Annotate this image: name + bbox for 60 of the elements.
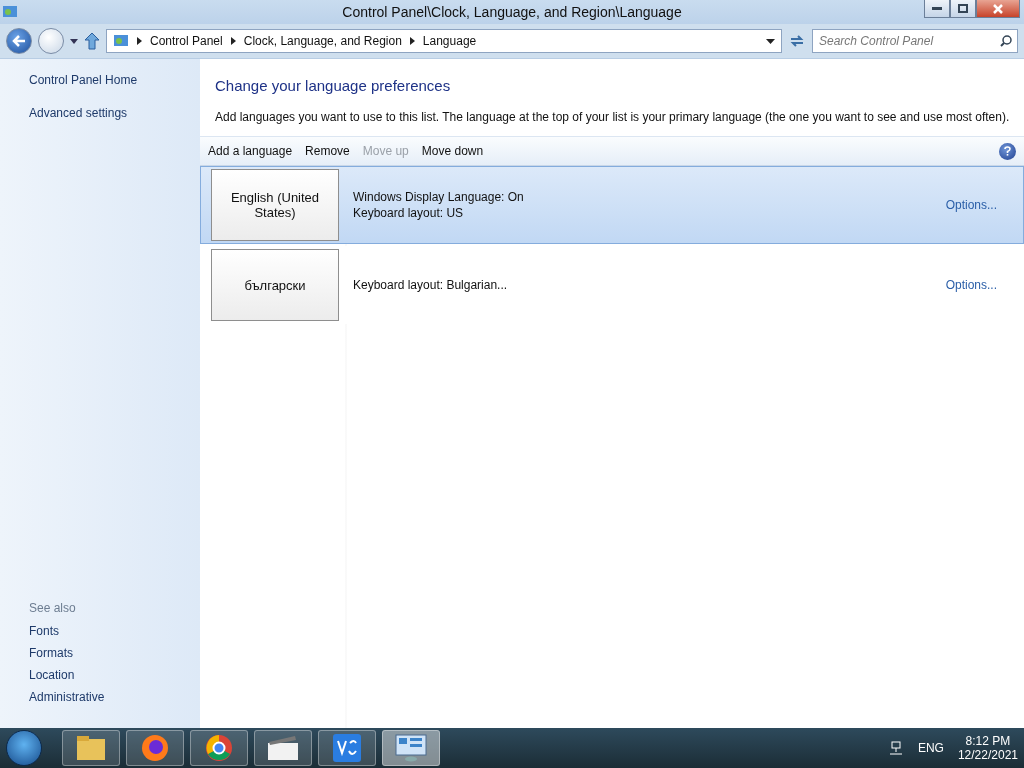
page-description: Add languages you want to use to this list. The language at the top of your list is your primary language (the one you want to see and use most often). xyxy=(215,110,1011,124)
search-field[interactable]: Search Control Panel xyxy=(812,29,1018,53)
firefox-icon xyxy=(140,733,170,763)
options-link[interactable]: Options... xyxy=(945,278,997,292)
minimize-icon xyxy=(932,6,942,11)
breadcrumb-item[interactable]: Control Panel xyxy=(150,34,223,48)
language-tile: български xyxy=(211,249,339,321)
control-panel-icon xyxy=(113,33,129,49)
dropdown-arrow-icon[interactable] xyxy=(70,38,78,44)
back-button[interactable] xyxy=(6,28,32,54)
monitor-icon xyxy=(395,734,427,762)
close-button[interactable] xyxy=(976,0,1020,18)
taskbar-app-button[interactable] xyxy=(254,730,312,766)
forward-button[interactable] xyxy=(38,28,64,54)
start-button[interactable] xyxy=(6,730,42,766)
close-icon xyxy=(993,3,1003,14)
search-icon xyxy=(1000,35,1012,47)
window-title: Control Panel\Clock, Language, and Region\Language xyxy=(342,4,682,20)
folder-icon xyxy=(76,735,106,761)
language-detail: Keyboard layout: US xyxy=(353,206,465,220)
taskbar-app-button[interactable] xyxy=(126,730,184,766)
chrome-icon xyxy=(204,733,234,763)
toolbar-button[interactable]: Remove xyxy=(305,144,350,158)
taskbar-app-button[interactable] xyxy=(318,730,376,766)
see-also-link[interactable]: Administrative xyxy=(29,690,200,704)
maximize-button[interactable] xyxy=(950,0,976,18)
chevron-right-icon[interactable] xyxy=(230,37,236,45)
language-detail: Keyboard layout: Bulgarian... xyxy=(353,278,509,292)
page-heading: Change your language preferences xyxy=(215,77,452,94)
clapperboard-icon xyxy=(267,735,299,761)
vnc-icon xyxy=(332,733,362,763)
network-icon[interactable] xyxy=(887,740,904,756)
language-detail: Windows Display Language: On xyxy=(353,190,525,204)
language-tile: English (United States) xyxy=(211,169,339,241)
maximize-icon xyxy=(958,4,968,13)
chevron-right-icon[interactable] xyxy=(409,37,415,45)
see-also-link[interactable]: Formats xyxy=(29,646,200,660)
control-panel-icon xyxy=(2,4,18,20)
up-arrow-icon[interactable] xyxy=(84,32,100,50)
sidebar-link[interactable]: Control Panel Home xyxy=(29,73,200,87)
breadcrumb-item[interactable]: Clock, Language, and Region xyxy=(243,34,402,48)
see-also-link[interactable]: Fonts xyxy=(29,624,200,638)
sidebar-link[interactable]: Advanced settings xyxy=(29,106,200,120)
language-indicator[interactable]: ENG xyxy=(917,741,944,755)
back-arrow-icon xyxy=(12,35,26,47)
chevron-right-icon[interactable] xyxy=(137,37,142,45)
options-link[interactable]: Options... xyxy=(945,198,997,212)
taskbar-app-button[interactable] xyxy=(62,730,120,766)
clock[interactable]: 8:12 PM 12/22/2021 xyxy=(957,734,1018,762)
address-bar[interactable]: Control Panel Clock, Language, and Region Language xyxy=(106,29,782,53)
taskbar-app-button[interactable] xyxy=(190,730,248,766)
minimize-button[interactable] xyxy=(924,0,950,18)
language-row[interactable]: English (United States) Windows Display Language: On Keyboard layout: US Options... xyxy=(200,166,1024,244)
see-also-link[interactable]: Location xyxy=(29,668,200,682)
toolbar-button[interactable]: Add a language xyxy=(208,144,293,158)
help-icon[interactable] xyxy=(999,142,1016,160)
breadcrumb-item[interactable]: Language xyxy=(422,34,477,48)
dropdown-arrow-icon[interactable] xyxy=(766,38,775,44)
see-also-heading: See also xyxy=(29,601,77,615)
toolbar-button[interactable]: Move down xyxy=(421,144,484,158)
